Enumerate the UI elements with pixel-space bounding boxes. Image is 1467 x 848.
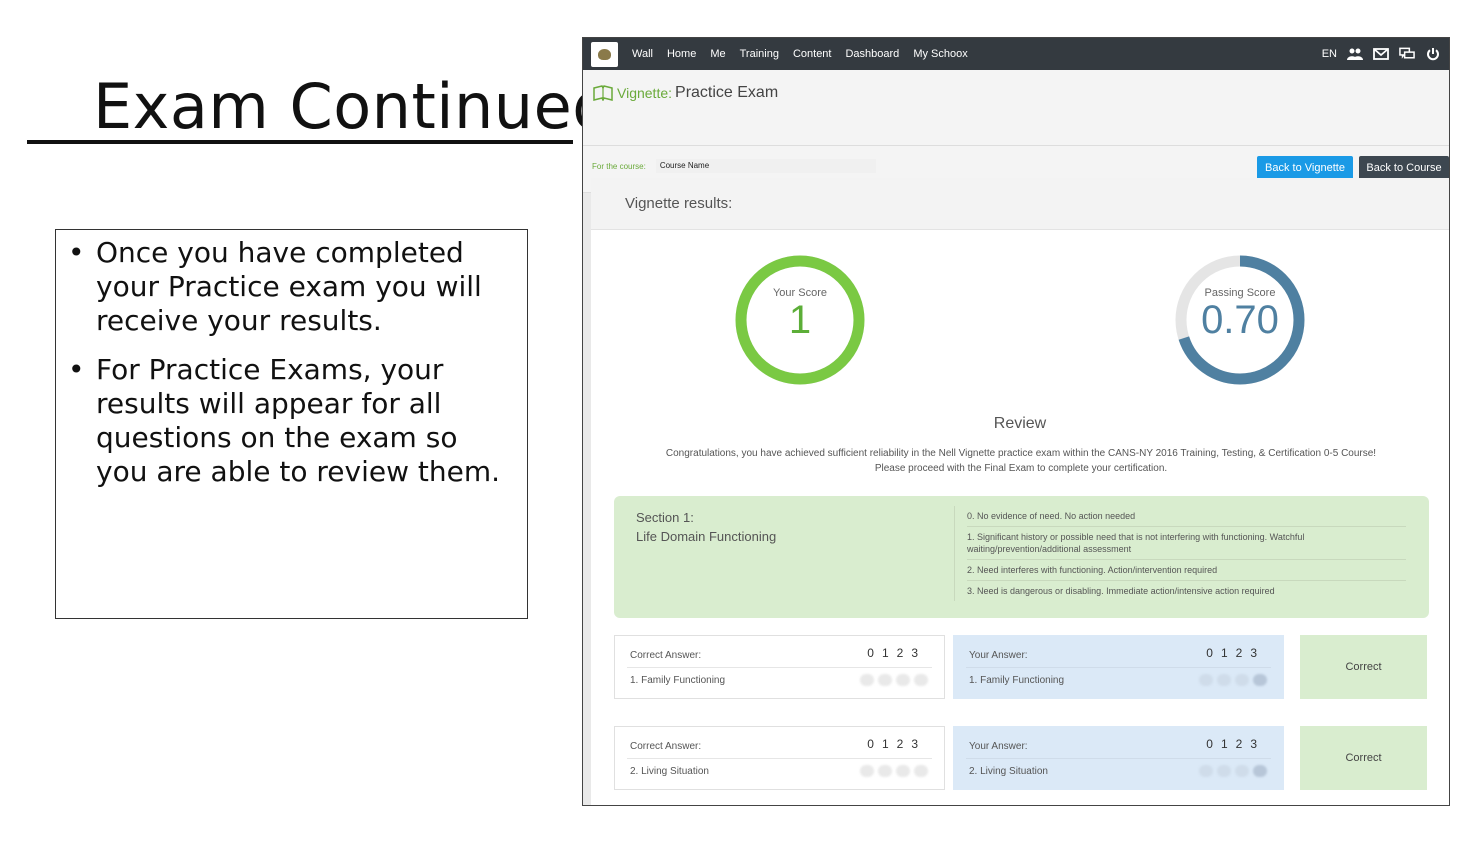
- mail-icon[interactable]: [1373, 47, 1389, 61]
- scale-item: 2. Need interferes with functioning. Act…: [967, 560, 1406, 581]
- nav-training[interactable]: Training: [740, 48, 779, 60]
- nav-home[interactable]: Home: [667, 48, 696, 60]
- nav-dashboard[interactable]: Dashboard: [845, 48, 899, 60]
- bullet-text-box: • Once you have completed your Practice e…: [55, 229, 528, 619]
- power-icon[interactable]: [1425, 47, 1441, 61]
- results-card: Vignette results: Your Score 1 Passing S…: [591, 178, 1449, 805]
- correct-answer-card: Correct Answer: 0123 1. Family Functioni…: [614, 635, 945, 699]
- bullet-item: • For Practice Exams, your results will a…: [68, 353, 513, 489]
- rating-scale-list: 0. No evidence of need. No action needed…: [954, 506, 1406, 601]
- radio-option: [914, 674, 928, 686]
- group-icon[interactable]: [1347, 47, 1363, 61]
- section-title: Section 1: Life Domain Functioning: [636, 508, 776, 546]
- nav-my-schoox[interactable]: My Schoox: [913, 48, 967, 60]
- radio-option[interactable]: [1199, 674, 1213, 686]
- page-title: Vignette: Practice Exam: [593, 84, 778, 102]
- logo-icon[interactable]: [591, 41, 618, 67]
- radio-option[interactable]: [1253, 674, 1267, 686]
- results-header: Vignette results:: [591, 178, 1449, 230]
- radio-option: [878, 674, 892, 686]
- course-line: For the course: Course Name: [592, 159, 876, 173]
- correct-answer-label: Correct Answer:: [630, 650, 702, 661]
- nav-me[interactable]: Me: [710, 48, 725, 60]
- correct-answer-card: Correct Answer: 0123 2. Living Situation: [614, 726, 945, 790]
- divider: [627, 758, 932, 759]
- radio-option: [878, 765, 892, 777]
- result-badge: Correct: [1300, 635, 1427, 699]
- radio-option[interactable]: [1235, 765, 1249, 777]
- passing-score-value: 0.70: [1201, 298, 1279, 342]
- heading-prefix: Vignette:: [617, 85, 673, 101]
- radio-option: [914, 765, 928, 777]
- back-to-vignette-button[interactable]: Back to Vignette: [1257, 156, 1353, 180]
- your-answer-card: Your Answer: 0123 2. Living Situation: [953, 726, 1284, 790]
- review-line-1: Congratulations, you have achieved suffi…: [665, 448, 1377, 459]
- radio-option: [896, 765, 910, 777]
- book-icon: [593, 85, 613, 101]
- scale-item: 0. No evidence of need. No action needed: [967, 506, 1406, 527]
- review-title: Review: [993, 415, 1047, 432]
- course-label: For the course:: [592, 161, 646, 171]
- answer-scale: 0123: [1206, 646, 1265, 660]
- answer-scale: 0123: [1206, 737, 1265, 751]
- divider: [966, 758, 1271, 759]
- divider: [627, 667, 932, 668]
- divider: [966, 667, 1271, 668]
- section-panel: Section 1: Life Domain Functioning 0. No…: [614, 496, 1429, 618]
- radio-option[interactable]: [1217, 674, 1231, 686]
- item-name: 1. Family Functioning: [630, 675, 726, 686]
- bullet-item: • Once you have completed your Practice e…: [68, 236, 513, 338]
- language-selector[interactable]: EN: [1322, 48, 1337, 60]
- your-score-value: 1: [788, 298, 812, 342]
- chat-icon[interactable]: [1399, 47, 1415, 61]
- title-underline: [27, 140, 573, 144]
- bullet-text: Once you have completed your Practice ex…: [96, 236, 482, 337]
- bullet-text: For Practice Exams, your results will ap…: [96, 353, 501, 488]
- section-name: Life Domain Functioning: [636, 529, 777, 544]
- back-to-course-button[interactable]: Back to Course: [1359, 156, 1449, 180]
- radio-option[interactable]: [1199, 765, 1213, 777]
- answer-scale: 0123: [867, 646, 926, 660]
- top-navbar: Wall Home Me Training Content Dashboard …: [583, 38, 1449, 70]
- answer-options: [860, 765, 928, 777]
- bullet-icon: •: [68, 236, 85, 269]
- radio-option: [860, 765, 874, 777]
- your-answer-label: Your Answer:: [969, 650, 1028, 661]
- radio-option[interactable]: [1253, 765, 1267, 777]
- answer-options: [860, 674, 928, 686]
- nav-wall[interactable]: Wall: [632, 48, 653, 60]
- radio-option: [896, 674, 910, 686]
- your-score-gauge: Your Score 1: [734, 254, 866, 386]
- scale-item: 3. Need is dangerous or disabling. Immed…: [967, 586, 1275, 596]
- answer-options: [1199, 674, 1267, 686]
- course-name[interactable]: Course Name: [655, 159, 876, 173]
- answer-scale: 0123: [867, 737, 926, 751]
- radio-option[interactable]: [1235, 674, 1249, 686]
- slide: Exam Continued • Once you have completed …: [0, 0, 1467, 848]
- your-answer-label: Your Answer:: [969, 741, 1028, 752]
- answer-options: [1199, 765, 1267, 777]
- scale-item: 1. Significant history or possible need …: [967, 527, 1406, 560]
- app-screenshot: Wall Home Me Training Content Dashboard …: [582, 37, 1450, 806]
- result-badge: Correct: [1300, 726, 1427, 790]
- radio-option: [860, 674, 874, 686]
- nav-content[interactable]: Content: [793, 48, 832, 60]
- divider: [583, 145, 1449, 146]
- your-answer-card: Your Answer: 0123 1. Family Functioning: [953, 635, 1284, 699]
- review-line-2: Please proceed with the Final Exam to co…: [874, 463, 1168, 474]
- item-name: 2. Living Situation: [630, 766, 709, 777]
- bullet-icon: •: [68, 353, 85, 386]
- correct-answer-label: Correct Answer:: [630, 741, 702, 752]
- heading-text: Practice Exam: [675, 84, 779, 101]
- item-name: 2. Living Situation: [969, 766, 1048, 777]
- section-number: Section 1:: [636, 510, 694, 525]
- review-message: Congratulations, you have achieved suffi…: [621, 446, 1421, 476]
- passing-score-gauge: Passing Score 0.70: [1174, 254, 1306, 386]
- radio-option[interactable]: [1217, 765, 1231, 777]
- page-header: Vignette: Practice Exam For the course: …: [583, 70, 1449, 193]
- slide-title: Exam Continued: [93, 70, 613, 143]
- item-name: 1. Family Functioning: [969, 675, 1065, 686]
